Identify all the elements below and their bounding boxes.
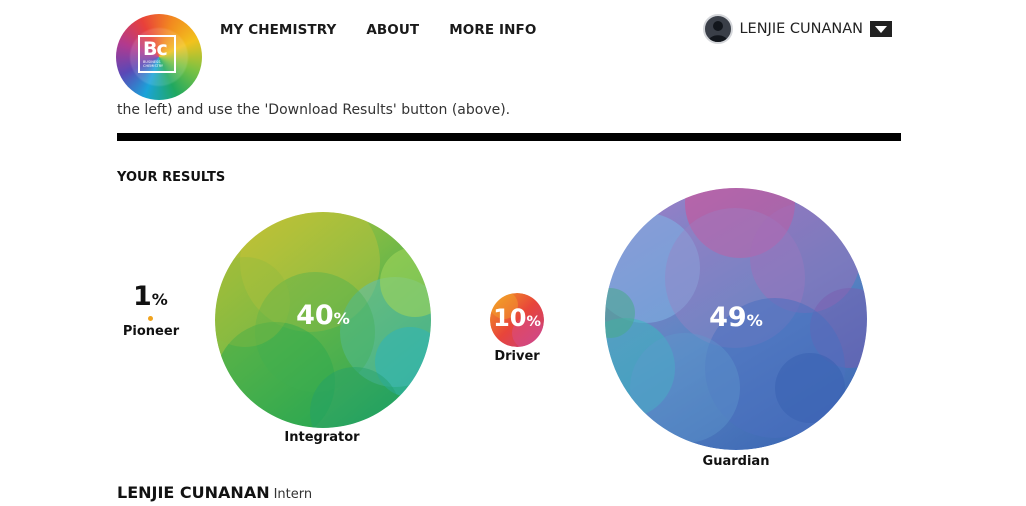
profile-name: LENJIE CUNANAN xyxy=(117,483,270,502)
guardian-percent-value: 49 xyxy=(709,302,747,333)
guardian-percent-unit: % xyxy=(746,311,763,330)
profile-line: LENJIE CUNANAN Intern xyxy=(117,483,312,502)
driver-label: Driver xyxy=(494,349,540,364)
logo-subtext: BUSINESS CHEMISTRY xyxy=(143,60,164,68)
user-name[interactable]: LENJIE CUNANAN xyxy=(739,21,863,37)
nav-item-about[interactable]: ABOUT xyxy=(366,22,419,38)
logo-box: Bc BUSINESS CHEMISTRY xyxy=(138,35,176,73)
integrator-bubble: 40% xyxy=(215,212,431,428)
profile-role: Intern xyxy=(273,487,313,502)
logo-text: Bc xyxy=(143,38,168,60)
chevron-down-icon[interactable] xyxy=(870,21,892,37)
pioneer-percent: 1% xyxy=(133,281,168,312)
integrator-percent-value: 40 xyxy=(296,300,334,331)
pioneer-percent-value: 1 xyxy=(133,281,152,312)
divider xyxy=(117,133,901,141)
intro-text: the left) and use the 'Download Results'… xyxy=(117,102,511,118)
driver-percent: 10% xyxy=(490,304,544,332)
integrator-percent: 40% xyxy=(215,300,431,331)
pioneer-bubble xyxy=(148,316,153,321)
avatar[interactable] xyxy=(703,14,734,44)
pioneer-percent-unit: % xyxy=(151,290,168,309)
user-menu[interactable]: LENJIE CUNANAN xyxy=(703,14,892,44)
business-chemistry-logo[interactable]: Bc BUSINESS CHEMISTRY xyxy=(116,14,202,100)
pioneer-label: Pioneer xyxy=(122,324,180,339)
nav-item-my-chemistry[interactable]: MY CHEMISTRY xyxy=(220,22,336,38)
integrator-percent-unit: % xyxy=(333,309,350,328)
guardian-percent: 49% xyxy=(605,302,867,333)
guardian-label: Guardian xyxy=(702,454,770,469)
guardian-bubble: 49% xyxy=(605,188,867,450)
integrator-label: Integrator xyxy=(284,430,360,445)
driver-bubble: 10% xyxy=(490,293,544,347)
results-title: YOUR RESULTS xyxy=(117,170,226,185)
main-nav: MY CHEMISTRY ABOUT MORE INFO xyxy=(220,22,536,38)
nav-item-more-info[interactable]: MORE INFO xyxy=(449,22,536,38)
driver-percent-unit: % xyxy=(526,314,541,330)
driver-percent-value: 10 xyxy=(493,304,527,332)
